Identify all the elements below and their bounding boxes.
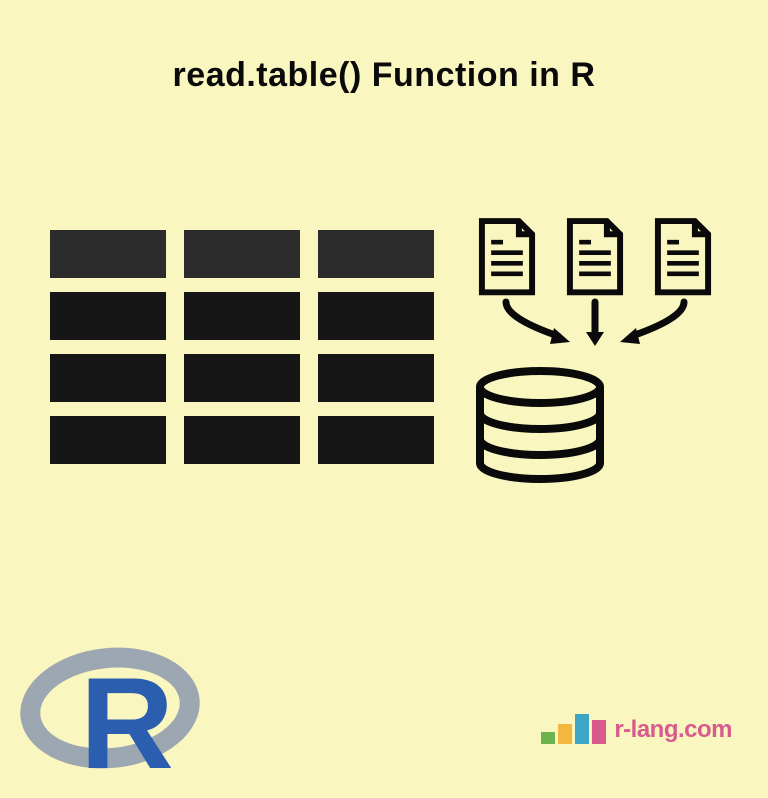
table-cell bbox=[318, 416, 434, 464]
table-cell bbox=[318, 292, 434, 340]
document-icon bbox=[650, 218, 716, 298]
bar bbox=[541, 732, 555, 744]
files-to-database-illustration bbox=[470, 218, 720, 490]
bar bbox=[592, 720, 606, 744]
site-brand: r-lang.com bbox=[541, 714, 732, 744]
table-cell bbox=[50, 292, 166, 340]
bar bbox=[575, 714, 589, 744]
database-icon bbox=[470, 367, 610, 485]
bar-chart-icon bbox=[541, 714, 606, 744]
table-header-cell bbox=[50, 230, 166, 278]
table-cell bbox=[50, 416, 166, 464]
table-cell bbox=[318, 354, 434, 402]
r-language-logo: R bbox=[20, 648, 200, 788]
table-cell bbox=[184, 292, 300, 340]
r-logo-letter: R bbox=[80, 648, 174, 798]
document-icon bbox=[474, 218, 540, 298]
table-cell bbox=[50, 354, 166, 402]
table-cell bbox=[184, 416, 300, 464]
table-header-cell bbox=[184, 230, 300, 278]
page-title: read.table() Function in R bbox=[0, 56, 768, 95]
data-table-illustration bbox=[50, 230, 434, 464]
site-name: r-lang.com bbox=[614, 716, 732, 744]
flow-arrows bbox=[470, 298, 720, 354]
document-icon bbox=[562, 218, 628, 298]
table-header-cell bbox=[318, 230, 434, 278]
bar bbox=[558, 724, 572, 744]
table-cell bbox=[184, 354, 300, 402]
